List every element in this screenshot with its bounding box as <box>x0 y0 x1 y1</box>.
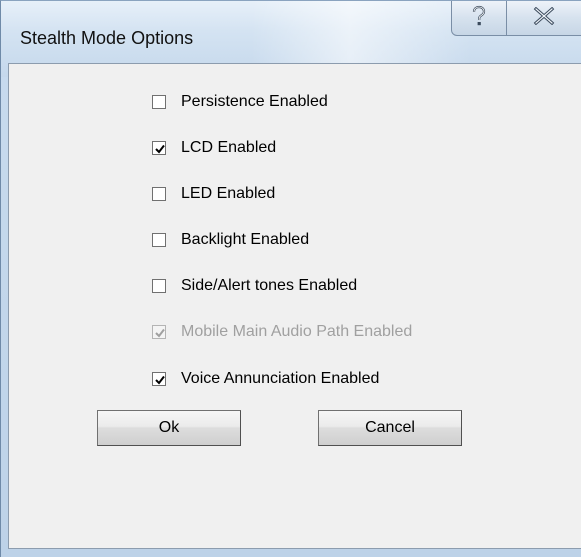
led-label: LED Enabled <box>181 185 276 202</box>
option-lcd[interactable]: LCD Enabled <box>152 137 276 159</box>
persistence-label: Persistence Enabled <box>181 93 328 110</box>
mobile-main-audio-path-label: Mobile Main Audio Path Enabled <box>181 323 413 340</box>
option-led[interactable]: LED Enabled <box>152 183 275 205</box>
option-backlight[interactable]: Backlight Enabled <box>152 229 309 251</box>
cancel-button[interactable]: Cancel <box>318 410 462 446</box>
ok-button[interactable]: Ok <box>97 410 241 446</box>
lcd-checkbox[interactable] <box>152 141 166 155</box>
mobile-main-audio-path-checkbox <box>152 325 166 339</box>
backlight-checkbox[interactable] <box>152 233 166 247</box>
help-button[interactable] <box>451 1 507 36</box>
checkmark-icon <box>155 375 165 385</box>
checkmark-icon <box>155 144 165 154</box>
dialog-content <box>8 63 581 549</box>
backlight-label: Backlight Enabled <box>181 231 310 248</box>
close-x-icon <box>533 6 555 30</box>
option-persistence[interactable]: Persistence Enabled <box>152 91 328 113</box>
checkmark-icon <box>155 328 165 338</box>
led-checkbox[interactable] <box>152 187 166 201</box>
side-alert-tones-checkbox[interactable] <box>152 279 166 293</box>
lcd-label: LCD Enabled <box>181 139 277 156</box>
option-side-alert-tones[interactable]: Side/Alert tones Enabled <box>152 275 357 297</box>
side-alert-tones-label: Side/Alert tones Enabled <box>181 277 358 294</box>
voice-annunciation-label: Voice Annunciation Enabled <box>181 370 380 387</box>
option-mobile-main-audio-path: Mobile Main Audio Path Enabled <box>152 321 412 343</box>
option-voice-annunciation[interactable]: Voice Annunciation Enabled <box>152 368 379 390</box>
close-button[interactable] <box>506 1 581 36</box>
help-question-icon <box>470 5 488 32</box>
voice-annunciation-checkbox[interactable] <box>152 372 166 386</box>
persistence-checkbox[interactable] <box>152 95 166 109</box>
window-title: Stealth Mode Options <box>20 28 194 48</box>
dialog-window: Stealth Mode Options Persistence Enabled… <box>0 0 581 557</box>
